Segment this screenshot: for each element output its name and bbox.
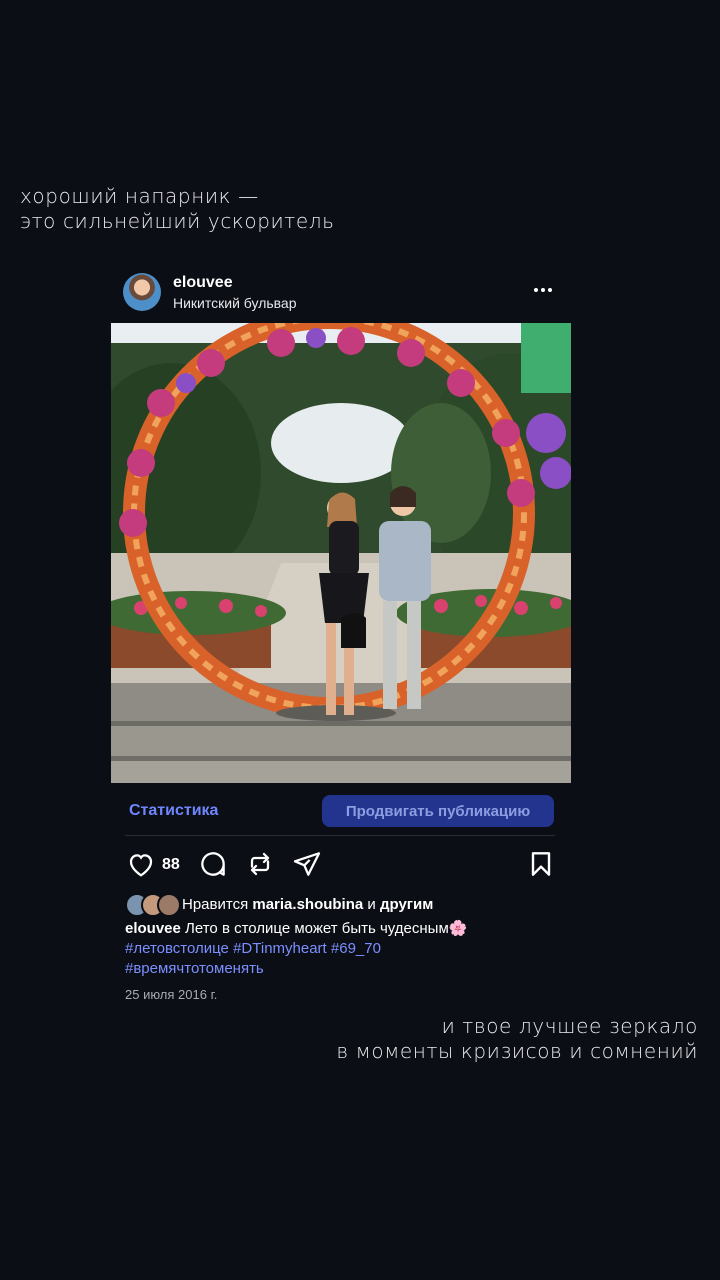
- caption-username[interactable]: elouvee: [125, 920, 181, 937]
- post-date: 25 июля 2016 г.: [125, 987, 218, 1002]
- bottom-quote: и твое лучшее зеркало в моменты кризисов…: [336, 1014, 698, 1064]
- liked-conj: и: [367, 896, 376, 913]
- action-bar: 88: [125, 848, 555, 882]
- bookmark-icon[interactable]: [525, 848, 557, 880]
- avatar[interactable]: [123, 273, 161, 311]
- post-location[interactable]: Никитский бульвар: [173, 295, 297, 311]
- post-username[interactable]: elouvee: [173, 274, 233, 292]
- more-dots-icon[interactable]: [528, 280, 558, 300]
- top-quote-line-2: это сильнейший ускоритель: [20, 209, 335, 233]
- bottom-quote-line-2: в моменты кризисов и сомнений: [336, 1039, 698, 1063]
- post-photo-illustration: [111, 323, 571, 783]
- liker-avatar: [157, 893, 181, 917]
- liked-by-text: Нравится maria.shoubina и другим: [182, 896, 433, 913]
- likes-count[interactable]: 88: [162, 856, 180, 874]
- bottom-quote-line-1: и твое лучшее зеркало: [441, 1014, 698, 1038]
- post-caption: elouvee Лето в столице может быть чудесн…: [125, 919, 565, 979]
- stats-row: Статистика Продвигать публикацию: [111, 794, 571, 830]
- top-quote: хороший напарник — это сильнейший ускори…: [20, 184, 335, 234]
- hashtag[interactable]: #времячтотоменять: [125, 960, 264, 977]
- statistics-link[interactable]: Статистика: [129, 802, 218, 820]
- repost-icon[interactable]: [244, 848, 276, 880]
- comment-bubble-icon[interactable]: [197, 848, 229, 880]
- liked-user[interactable]: maria.shoubina: [252, 896, 363, 913]
- divider: [125, 835, 555, 836]
- promote-post-button[interactable]: Продвигать публикацию: [322, 795, 554, 827]
- liked-prefix: Нравится: [182, 896, 249, 913]
- caption-text: Лето в столице может быть чудесным🌸: [185, 920, 468, 937]
- top-quote-line-1: хороший напарник —: [20, 184, 259, 208]
- hashtag[interactable]: #летовстолице: [125, 940, 229, 957]
- hashtag[interactable]: #DTinmyheart: [233, 940, 327, 957]
- heart-icon[interactable]: [125, 848, 157, 880]
- post-header: elouvee Никитский бульвар: [123, 272, 558, 314]
- post-photo[interactable]: [111, 323, 571, 783]
- send-icon[interactable]: [291, 848, 323, 880]
- hashtag[interactable]: #69_70: [331, 940, 381, 957]
- liked-others[interactable]: другим: [380, 896, 433, 913]
